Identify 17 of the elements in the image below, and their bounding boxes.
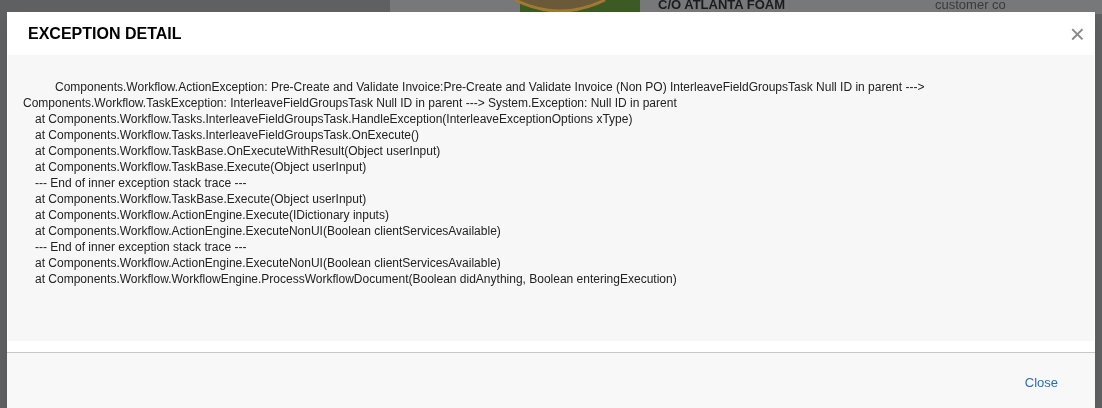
trace-line: at Components.Workflow.ActionEngine.ExecuteNonUI(Boolean clientServicesAvailable)	[35, 224, 501, 238]
dialog-title: EXCEPTION DETAIL	[28, 23, 182, 44]
trace-line: at Components.Workflow.ActionEngine.Execute(IDictionary inputs)	[35, 208, 389, 222]
trace-line: at Components.Workflow.Tasks.InterleaveFieldGroupsTask.HandleException(InterleaveExceptionOptions xType)	[35, 112, 633, 126]
trace-line: --- End of inner exception stack trace ---	[35, 240, 247, 254]
trace-line: at Components.Workflow.TaskBase.Execute(Object userInput)	[35, 192, 367, 206]
trace-line: Components.Workflow.ActionException: Pre-Create and Validate Invoice:Pre-Create and Validate Invoice (Non PO) InterleaveFieldGroupsTask Null ID in parent --->	[55, 80, 925, 94]
page-heading: customer co	[935, 0, 1006, 12]
trace-line: at Components.Workflow.TaskBase.OnExecuteWithResult(Object userInput)	[35, 144, 441, 158]
trace-line: at Components.Workflow.ActionEngine.ExecuteNonUI(Boolean clientServicesAvailable)	[35, 256, 501, 270]
trace-line: at Components.Workflow.TaskBase.Execute(Object userInput)	[35, 160, 367, 174]
trace-line: --- End of inner exception stack trace ---	[35, 176, 247, 190]
company-line: C/O ATLANTA FOAM	[658, 0, 786, 12]
trace-line: at Components.Workflow.WorkflowEngine.ProcessWorkflowDocument(Boolean didAnything, Boolean enteringExecution)	[35, 272, 677, 286]
trace-line: Components.Workflow.TaskException: InterleaveFieldGroupsTask Null ID in parent ---> System.Exception: Null ID in parent	[23, 96, 677, 110]
close-link[interactable]: Close	[1024, 372, 1058, 393]
trace-line: at Components.Workflow.Tasks.InterleaveFieldGroupsTask.OnExecute()	[35, 128, 419, 142]
